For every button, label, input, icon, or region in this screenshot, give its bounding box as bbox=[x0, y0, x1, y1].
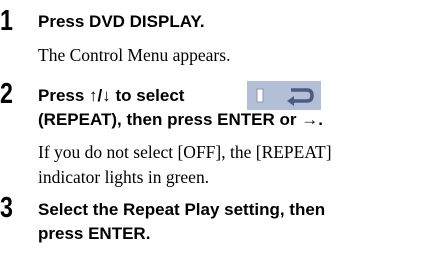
step-3-title-line1: Select the Repeat Play setting, then bbox=[38, 200, 326, 219]
step-2-title-line1: Press ↑/↓ to select bbox=[38, 86, 185, 105]
step-1-title: Press DVD DISPLAY. bbox=[38, 12, 205, 31]
step-2-number: 2 bbox=[0, 78, 13, 110]
step-1-body: The Control Menu appears. bbox=[38, 45, 231, 65]
step-2-body-line1: If you do not select [OFF], the [REPEAT] bbox=[38, 142, 332, 162]
step-2-title-line2: (REPEAT), then press ENTER or →. bbox=[38, 110, 323, 129]
step-1-number: 1 bbox=[0, 5, 13, 37]
repeat-icon bbox=[247, 81, 321, 110]
step-3-number: 3 bbox=[0, 192, 13, 224]
step-2-body-line2: indicator lights in green. bbox=[38, 167, 210, 187]
step-3-title-line2: press ENTER. bbox=[38, 224, 151, 243]
